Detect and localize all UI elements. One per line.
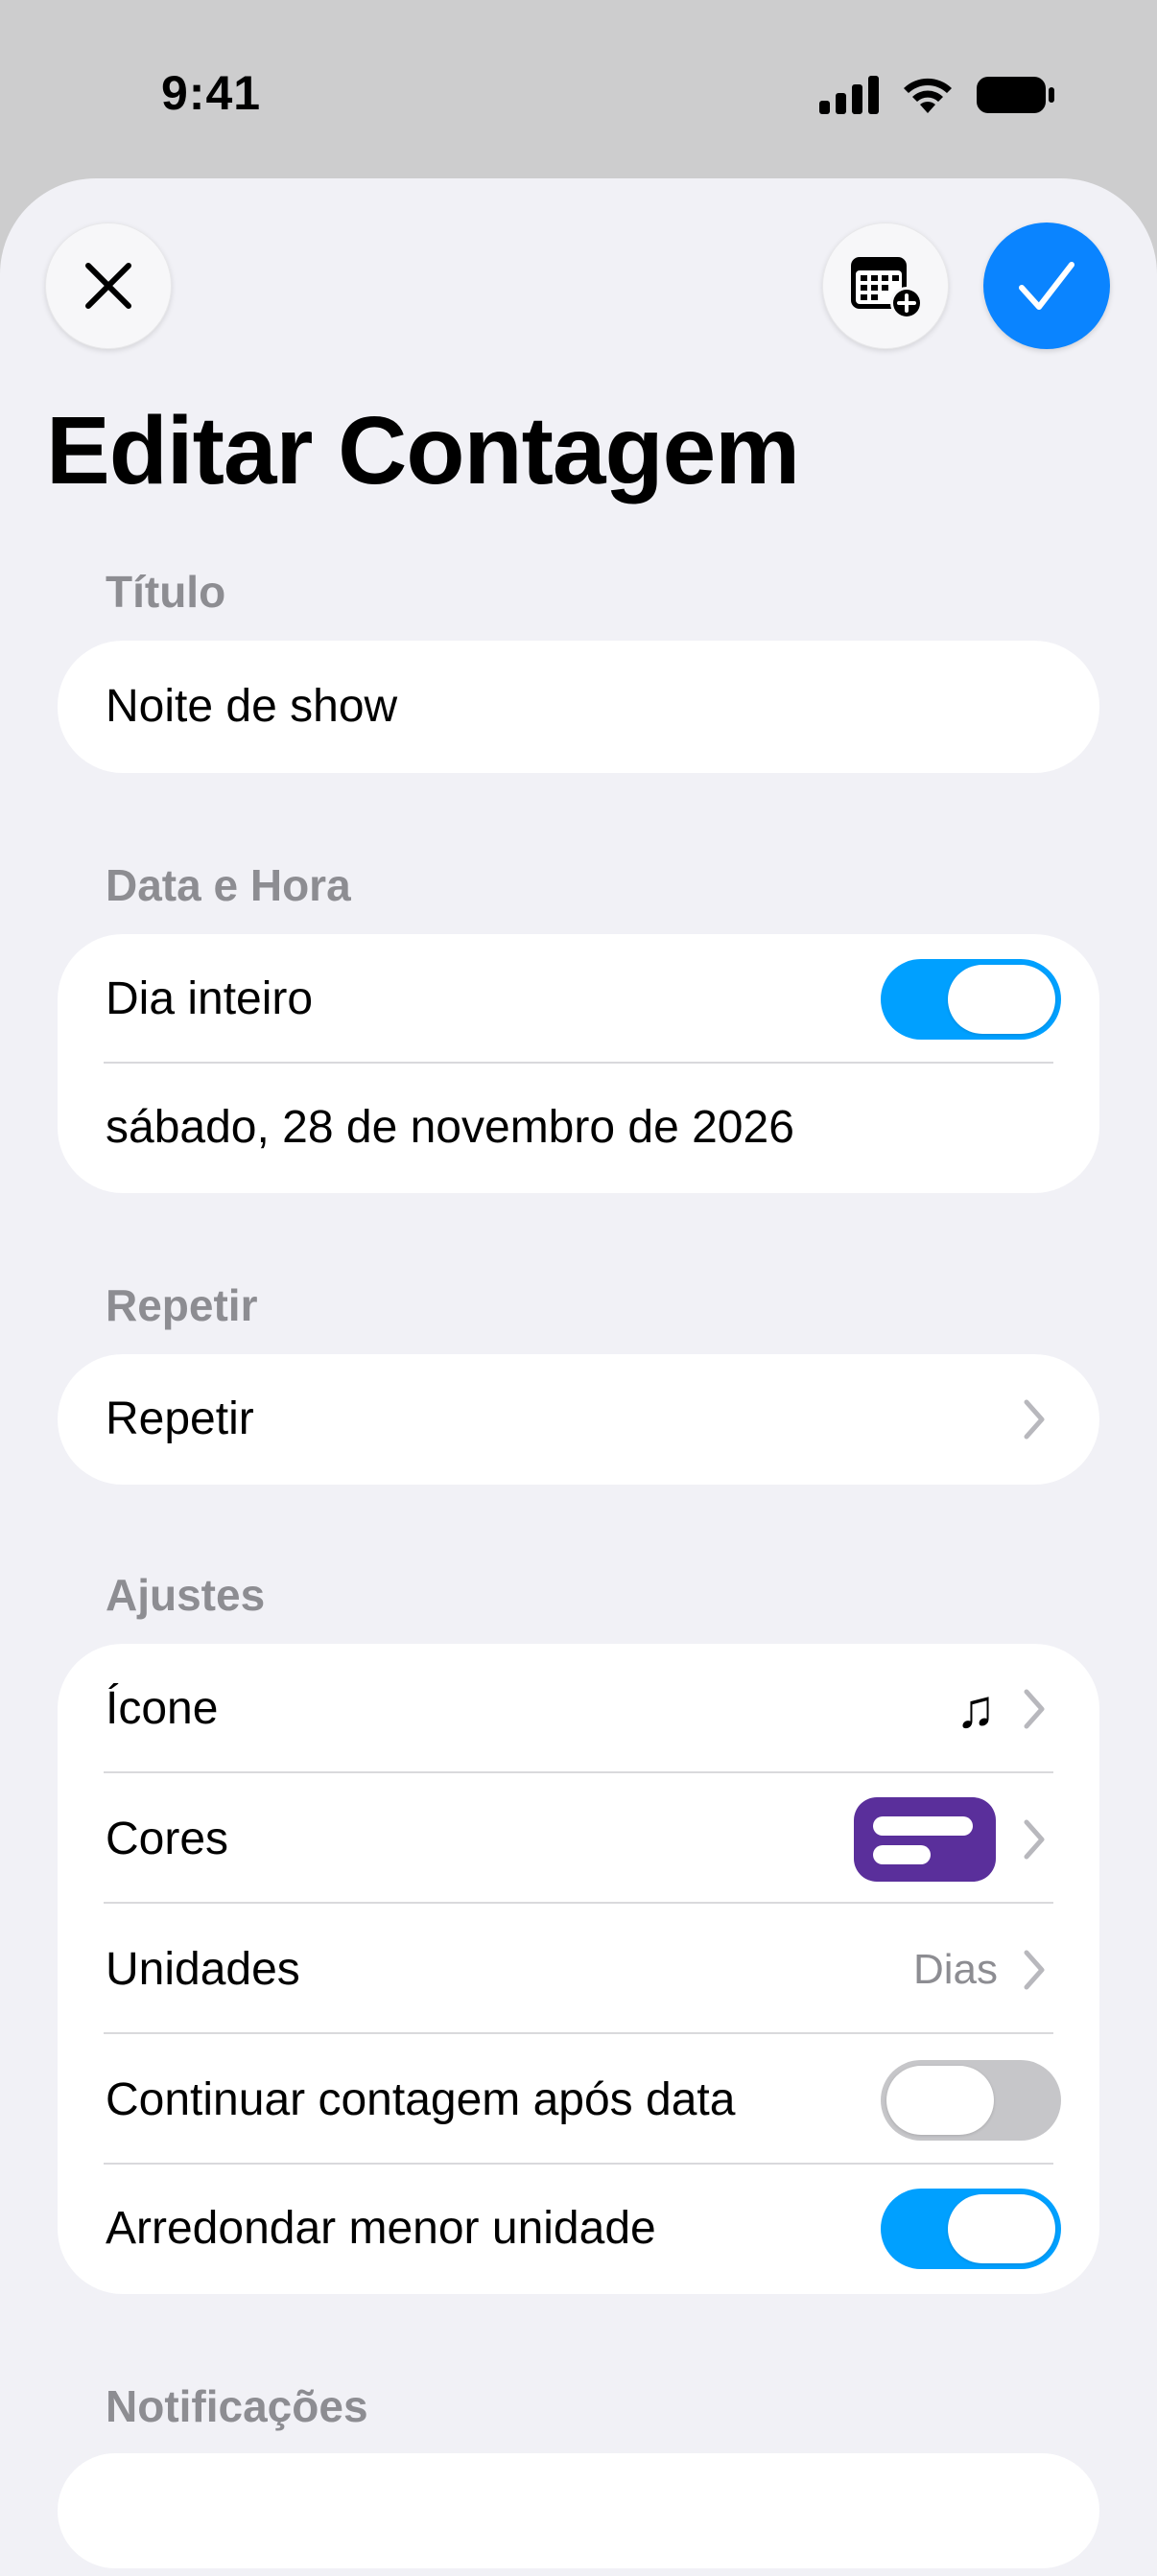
add-to-calendar-button[interactable] bbox=[822, 222, 949, 349]
colors-row-label: Cores bbox=[106, 1814, 229, 1864]
toggle-knob bbox=[948, 965, 1055, 1034]
all-day-toggle[interactable] bbox=[881, 959, 1061, 1040]
calendar-add-icon bbox=[851, 257, 923, 319]
checkmark-icon bbox=[1019, 262, 1074, 310]
page-title: Editar Contagem bbox=[46, 397, 800, 504]
chevron-right-icon bbox=[1024, 1399, 1045, 1440]
divider bbox=[104, 1902, 1053, 1904]
continue-count-toggle[interactable] bbox=[881, 2060, 1061, 2141]
icon-row-label: Ícone bbox=[106, 1683, 219, 1734]
confirm-button[interactable] bbox=[983, 222, 1110, 349]
section-label-title: Título bbox=[106, 567, 226, 617]
colors-row[interactable]: Cores bbox=[58, 1774, 1099, 1905]
swatch-bar bbox=[873, 1816, 973, 1836]
status-icons bbox=[819, 71, 1055, 119]
notifications-card bbox=[58, 2453, 1099, 2568]
swatch-bar bbox=[873, 1845, 931, 1864]
settings-card: Ícone ♫ Cores Unidades Dias Continuar co… bbox=[58, 1644, 1099, 2294]
divider bbox=[104, 2032, 1053, 2034]
continue-count-row: Continuar contagem após data bbox=[58, 2035, 1099, 2166]
icon-row[interactable]: Ícone ♫ bbox=[58, 1644, 1099, 1774]
date-value: sábado, 28 de novembro de 2026 bbox=[106, 1102, 794, 1153]
divider bbox=[104, 1771, 1053, 1773]
units-value: Dias bbox=[912, 1946, 998, 1993]
repeat-row[interactable]: Repetir bbox=[58, 1354, 1099, 1485]
round-unit-toggle[interactable] bbox=[881, 2189, 1061, 2269]
toggle-knob bbox=[886, 2066, 994, 2135]
title-card: Noite de show bbox=[58, 641, 1099, 773]
units-row[interactable]: Unidades Dias bbox=[58, 1905, 1099, 2035]
wifi-icon bbox=[904, 78, 952, 113]
round-unit-label: Arredondar menor unidade bbox=[106, 2203, 656, 2254]
round-unit-row: Arredondar menor unidade bbox=[58, 2164, 1099, 2294]
chevron-right-icon bbox=[1024, 1950, 1045, 1990]
datetime-card: Dia inteiro sábado, 28 de novembro de 20… bbox=[58, 934, 1099, 1193]
repeat-card: Repetir bbox=[58, 1354, 1099, 1485]
cellular-signal-icon bbox=[819, 76, 879, 114]
section-label-notifications: Notificações bbox=[106, 2381, 368, 2431]
date-row[interactable]: sábado, 28 de novembro de 2026 bbox=[58, 1063, 1099, 1193]
all-day-row: Dia inteiro bbox=[58, 934, 1099, 1065]
battery-icon bbox=[977, 77, 1054, 113]
section-label-settings: Ajustes bbox=[106, 1570, 266, 1620]
close-button[interactable] bbox=[45, 222, 172, 349]
units-row-label: Unidades bbox=[106, 1944, 300, 1995]
section-label-repeat: Repetir bbox=[106, 1280, 258, 1330]
section-label-datetime: Data e Hora bbox=[106, 860, 351, 910]
repeat-row-label: Repetir bbox=[106, 1393, 254, 1444]
color-swatch bbox=[854, 1797, 996, 1882]
all-day-label: Dia inteiro bbox=[106, 973, 314, 1024]
chevron-right-icon bbox=[1024, 1689, 1045, 1729]
continue-count-label: Continuar contagem após data bbox=[106, 2074, 736, 2125]
chevron-right-icon bbox=[1024, 1819, 1045, 1860]
music-note-icon: ♫ bbox=[956, 1678, 996, 1739]
title-field[interactable]: Noite de show bbox=[58, 641, 1099, 773]
status-bar: 9:41 bbox=[0, 0, 1157, 182]
close-icon bbox=[85, 263, 131, 309]
status-time: 9:41 bbox=[161, 66, 262, 120]
title-field-value: Noite de show bbox=[106, 681, 398, 732]
toggle-knob bbox=[948, 2194, 1055, 2263]
